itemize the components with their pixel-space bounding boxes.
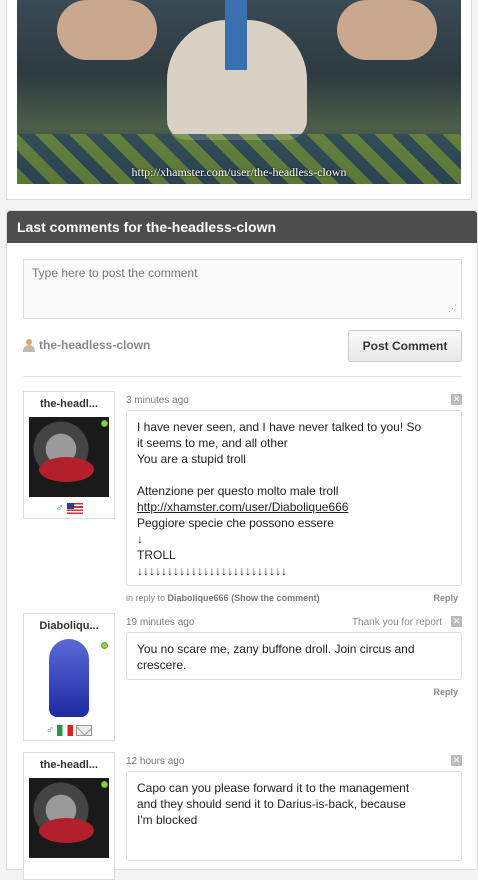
- comment-bubble: I have never seen, and I have never talk…: [126, 410, 462, 586]
- comment-line: Capo can you please forward it to the ma…: [137, 781, 410, 795]
- comment-line: You no scare me, zany buffone droll. Joi…: [137, 642, 415, 656]
- comment-time: 12 hours ago: [126, 756, 185, 767]
- author-name[interactable]: the-headl...: [24, 753, 114, 771]
- comment-line: it seems to me, and all other: [137, 436, 288, 450]
- us-flag-icon: [66, 502, 83, 514]
- photo-figure-tie: [225, 0, 247, 70]
- avatar-figure: [49, 639, 89, 717]
- comment-time: 19 minutes ago: [126, 617, 195, 628]
- current-user[interactable]: the-headless-clown: [23, 338, 150, 352]
- divider: [23, 376, 462, 377]
- comment-bubble: Capo can you please forward it to the ma…: [126, 771, 462, 861]
- male-icon: ♂: [55, 502, 64, 514]
- user-badges: ♂: [24, 502, 114, 514]
- avatar[interactable]: [29, 417, 109, 497]
- author-name[interactable]: the-headl...: [24, 392, 114, 410]
- photo-caption: http://xhamster.com/user/the-headless-cl…: [131, 165, 347, 179]
- comment-line: TROLL: [137, 548, 176, 562]
- comment-line: Peggiore specie che possono essere: [137, 516, 334, 530]
- close-icon[interactable]: ✕: [451, 755, 462, 766]
- comment-line: You are a stupid troll: [137, 452, 246, 466]
- comment-item: the-headl... ♂ 3 minutes ago ✕ I have ne…: [23, 391, 462, 606]
- comment-line: ↓: [137, 532, 143, 546]
- comment-line: and they should send it to Darius-is-bac…: [137, 797, 406, 811]
- avatar-mouth: [39, 818, 94, 843]
- avatar-card[interactable]: the-headl...: [23, 752, 115, 880]
- mail-icon[interactable]: [76, 724, 93, 736]
- comment-time: 3 minutes ago: [126, 395, 189, 406]
- post-comment-button[interactable]: Post Comment: [348, 330, 462, 362]
- comment-input[interactable]: [24, 260, 461, 318]
- online-status-icon: [101, 781, 108, 788]
- close-icon[interactable]: ✕: [451, 616, 462, 627]
- panel-title: Last comments for the-headless-clown: [7, 211, 477, 243]
- user-icon: [23, 338, 35, 352]
- user-badges: ♂: [24, 724, 114, 736]
- comment-line: I'm blocked: [137, 813, 198, 827]
- comment-item: the-headl... 12 hours ago ✕ Capo can you…: [23, 752, 462, 880]
- online-status-icon: [101, 420, 108, 427]
- avatar[interactable]: [29, 778, 109, 858]
- avatar-card[interactable]: the-headl... ♂: [23, 391, 115, 519]
- comment-line: crescere.: [137, 658, 187, 672]
- current-user-name[interactable]: the-headless-clown: [39, 338, 150, 352]
- user-photo-frame: http://xhamster.com/user/the-headless-cl…: [6, 0, 472, 200]
- avatar-mouth: [39, 457, 94, 482]
- comment-line: I have never seen, and I have never talk…: [137, 420, 422, 434]
- resize-grip-icon[interactable]: ⋰: [448, 303, 457, 314]
- comment-line: Attenzione per questo molto male troll: [137, 484, 339, 498]
- avatar-card[interactable]: Diaboliqu... ♂: [23, 613, 115, 741]
- comment-line: [137, 467, 451, 483]
- comment-item: Diaboliqu... ♂ 19 minutes ago Thank you …: [23, 613, 462, 743]
- user-photo[interactable]: http://xhamster.com/user/the-headless-cl…: [17, 0, 461, 184]
- italy-flag-icon: [57, 724, 74, 736]
- reply-to-link[interactable]: Diabolique666 (Show the comment): [168, 593, 320, 603]
- comment-link[interactable]: http://xhamster.com/user/Diabolique666: [137, 499, 451, 515]
- reply-prefix: in reply to: [126, 593, 166, 603]
- comments-panel: Last comments for the-headless-clown ⋰ t…: [6, 210, 478, 880]
- comment-footer: in reply to Diabolique666 (Show the comm…: [126, 593, 462, 603]
- photo-figure-arm: [57, 0, 157, 60]
- close-icon[interactable]: ✕: [451, 394, 462, 405]
- photo-figure-arm: [337, 0, 437, 60]
- male-icon: ♂: [45, 724, 55, 736]
- comment-bubble: You no scare me, zany buffone droll. Joi…: [126, 632, 462, 680]
- reply-button[interactable]: Reply: [433, 593, 458, 603]
- comment-input-box[interactable]: ⋰: [23, 259, 462, 319]
- report-notice: Thank you for report: [351, 617, 442, 628]
- reply-button[interactable]: Reply: [433, 687, 458, 697]
- online-status-icon: [101, 642, 108, 649]
- comment-line: ↓↓↓↓↓↓↓↓↓↓↓↓↓↓↓↓↓↓↓↓↓↓↓↓↓: [137, 564, 287, 578]
- author-name[interactable]: Diaboliqu...: [24, 614, 114, 632]
- avatar[interactable]: [29, 639, 109, 719]
